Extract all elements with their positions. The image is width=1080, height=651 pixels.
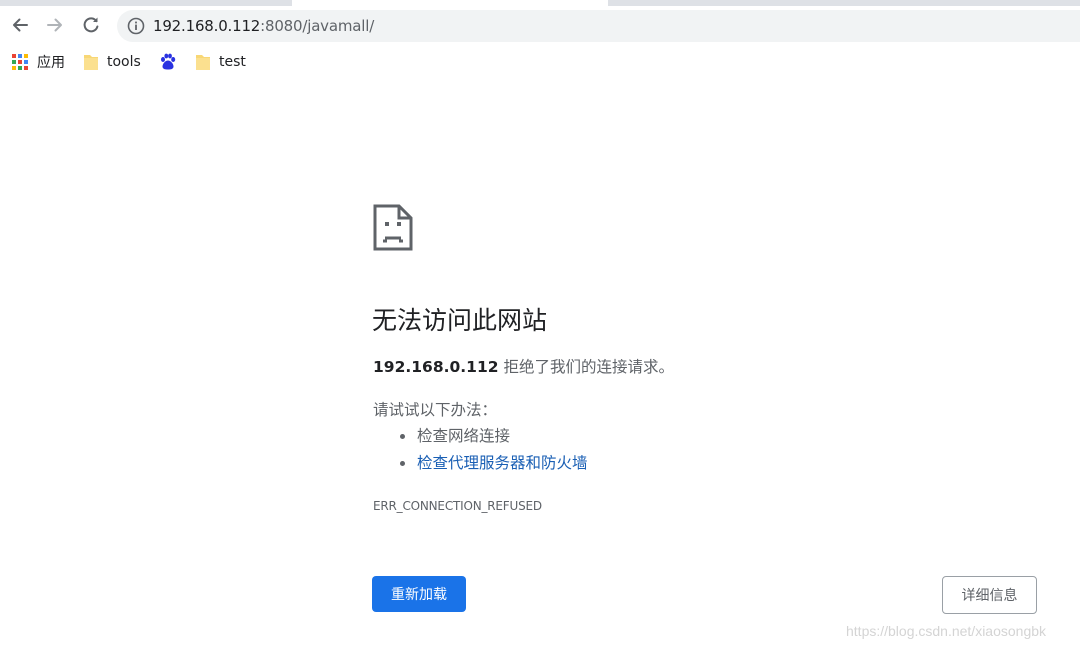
browser-toolbar: 192.168.0.112:8080/javamall/ (0, 6, 1080, 45)
bookmark-test[interactable]: test (195, 50, 246, 74)
suggestions-list: 检查网络连接 检查代理服务器和防火墙 (373, 425, 588, 479)
bookmarks-bar: 应用 tools test (0, 45, 1080, 79)
sad-document-icon (373, 204, 413, 251)
arrow-left-icon (13, 18, 28, 32)
summary-text: 拒绝了我们的连接请求。 (498, 358, 674, 376)
bookmark-label: 应用 (37, 55, 65, 71)
bookmark-label: tools (107, 54, 141, 70)
suggestion-check-network: 检查网络连接 (373, 425, 588, 452)
details-button[interactable]: 详细信息 (942, 576, 1037, 614)
refused-host: 192.168.0.112 (373, 358, 499, 376)
watermark: https://blog.csdn.net/xiaosongbk (846, 623, 1047, 639)
url-path: :8080/javamall/ (260, 17, 375, 35)
forward-button[interactable] (42, 12, 68, 38)
arrow-right-icon (47, 18, 62, 32)
folder-icon (196, 55, 210, 70)
suggestions-heading: 请试试以下办法： (373, 401, 498, 419)
suggestion-check-proxy-link[interactable]: 检查代理服务器和防火墙 (373, 452, 588, 479)
bookmark-tools[interactable]: tools (83, 50, 141, 74)
error-summary: 192.168.0.112 拒绝了我们的连接请求。 (373, 356, 674, 378)
bookmark-baidu[interactable] (159, 50, 177, 74)
url-host: 192.168.0.112 (153, 17, 261, 35)
error-code: ERR_CONNECTION_REFUSED (373, 499, 542, 513)
apps-grid-icon (12, 54, 28, 70)
back-button[interactable] (7, 12, 33, 38)
refresh-icon (83, 17, 99, 33)
info-icon[interactable] (127, 17, 145, 35)
folder-icon (84, 55, 98, 70)
address-bar[interactable]: 192.168.0.112:8080/javamall/ (117, 10, 1080, 42)
bookmark-label: test (219, 54, 246, 70)
bookmark-apps[interactable]: 应用 (11, 50, 65, 74)
url-text[interactable]: 192.168.0.112:8080/javamall/ (153, 17, 374, 35)
reload-button[interactable]: 重新加载 (372, 576, 466, 612)
baidu-paw-icon (161, 53, 176, 70)
error-title: 无法访问此网站 (372, 306, 548, 335)
reload-toolbar-button[interactable] (78, 12, 104, 38)
